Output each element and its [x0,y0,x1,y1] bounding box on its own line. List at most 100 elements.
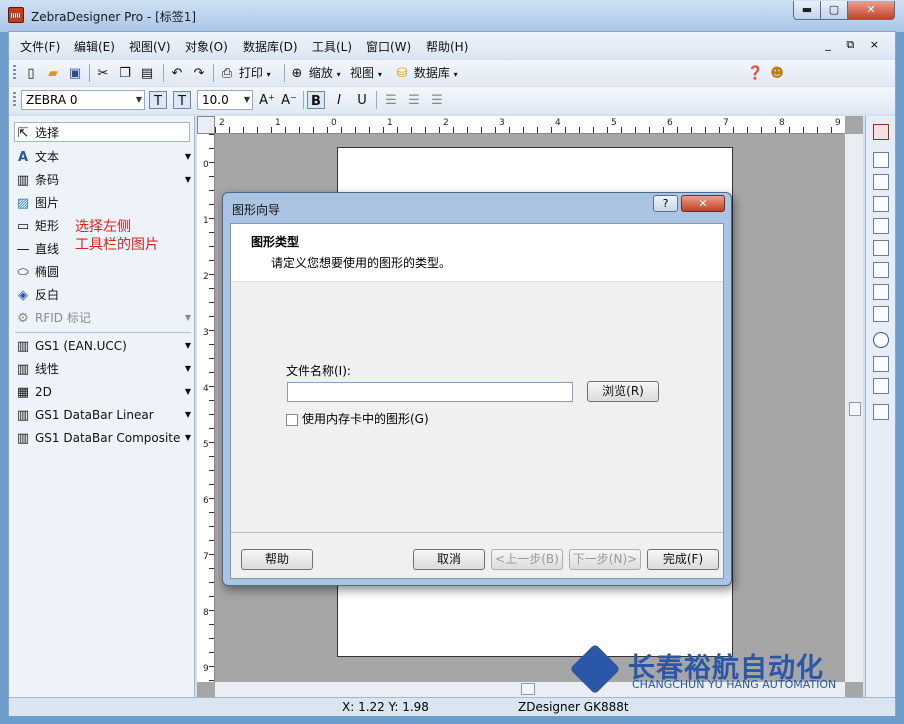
menu-window[interactable]: 窗口(W) [366,38,411,55]
distribute-horizontal-icon[interactable] [873,284,889,300]
tool-barcode[interactable]: ▥ 条码 ▼ [15,170,191,190]
maximize-button[interactable]: ▢ [820,1,848,20]
tool-ellipse[interactable]: ⬭ 椭圆 [15,262,191,282]
open-icon[interactable]: ▰ [45,64,61,82]
tool-text[interactable]: A 文本 ▼ [15,147,191,167]
menu-database[interactable]: 数据库(D) [243,38,298,55]
tool-2d[interactable]: ▦ 2D ▼ [15,382,191,402]
view-button[interactable]: 视图 ▾ [350,64,382,82]
tool-label: RFID 标记 [35,311,91,325]
rotate-icon[interactable] [873,332,889,348]
font-printer-icon[interactable]: T [149,91,167,109]
distribute-vertical-icon[interactable] [873,306,889,322]
database-button[interactable]: ⛁ 数据库 ▾ [394,64,458,82]
align-bottom-icon[interactable] [873,262,889,278]
align-top-icon[interactable] [873,218,889,234]
align-left-icon[interactable] [873,152,889,168]
menu-view[interactable]: 视图(V) [129,38,171,55]
help-button[interactable]: 帮助 [241,549,313,570]
barcode-icon: ▥ [16,361,30,377]
toolbar-grip[interactable] [13,92,16,108]
tool-select[interactable]: ⇱ 选择 [14,122,190,142]
vertical-scrollbar[interactable] [845,134,863,682]
menu-object[interactable]: 对象(O) [185,38,228,55]
mdi-window-buttons[interactable]: _ ⧉ × [825,38,885,52]
text-icon: A [17,149,29,165]
title-bar: ZebraDesigner Pro - [标签1] ▬ ▢ ✕ [0,0,904,32]
use-memory-card-checkbox[interactable] [286,413,298,426]
italic-button[interactable]: I [331,91,347,109]
barcode-icon: ▥ [16,430,30,446]
align-center-icon[interactable] [873,174,889,190]
tool-gs1-databar-linear[interactable]: ▥ GS1 DataBar Linear ▼ [15,405,191,425]
rfid-icon: ⚙ [17,310,29,326]
tool-inverse[interactable]: ◈ 反白 [15,285,191,305]
cancel-button[interactable]: 取消 [413,549,485,570]
browse-button[interactable]: 浏览(R) [587,381,659,402]
use-memory-card-option[interactable]: 使用内存卡中的图形(G) [286,410,429,427]
rectangle-icon: ▭ [16,218,30,234]
view-label: 视图 [350,66,375,80]
zoom-label: 缩放 [308,66,333,80]
menu-help[interactable]: 帮助(H) [426,38,468,55]
back-button: <上一步(B) [491,549,563,570]
tool-gs1-ean[interactable]: ▥ GS1 (EAN.UCC) ▼ [15,336,191,356]
status-printer: ZDesigner GK888t [518,700,629,714]
align-middle-icon[interactable] [873,240,889,256]
zoom-icon: ⊕ [291,65,303,81]
barcode-2d-icon: ▦ [16,384,30,400]
zoom-button[interactable]: ⊕ 缩放 ▾ [289,64,341,82]
tool-gs1-databar-composite[interactable]: ▥ GS1 DataBar Composite ▼ [15,428,191,448]
app-icon[interactable] [8,7,24,23]
inverse-icon: ◈ [18,287,28,303]
menu-edit[interactable]: 编辑(E) [74,38,115,55]
ellipse-icon: ⬭ [17,264,29,280]
menu-file[interactable]: 文件(F) [20,38,60,55]
tool-linear[interactable]: ▥ 线性 ▼ [15,359,191,379]
tool-picture[interactable]: ▨ 图片 [15,193,191,213]
font-grow-icon[interactable]: A⁺ [259,91,275,109]
tool-label: GS1 DataBar Linear [35,408,154,422]
bold-button[interactable]: B [307,91,325,109]
minimize-button[interactable]: ▬ [793,1,821,20]
undo-icon[interactable]: ↶ [169,64,185,82]
close-button[interactable]: ✕ [847,1,895,20]
cut-icon[interactable]: ✂ [95,64,111,82]
printer-select[interactable]: ZEBRA 0 ▼ [21,90,145,110]
underline-button[interactable]: U [354,91,370,109]
redo-icon[interactable]: ↷ [191,64,207,82]
tool-label: 直线 [35,242,60,256]
dialog-divider [231,532,723,533]
company-logo [569,643,621,695]
dialog-close-button[interactable]: ✕ [681,195,725,212]
printer-select-value: ZEBRA 0 [26,93,78,107]
help-icon[interactable]: ❓ [747,64,763,82]
users-icon[interactable]: ☻ [769,64,785,82]
print-button[interactable]: ⎙ 打印 ▾ [219,64,271,82]
font-size-select[interactable]: 10.0 ▼ [197,90,253,110]
align-left-icon[interactable]: ☰ [383,91,399,109]
finish-button[interactable]: 完成(F) [647,549,719,570]
save-icon[interactable]: ▣ [67,64,83,82]
app-window: ZebraDesigner Pro - [标签1] ▬ ▢ ✕ 文件(F) 编辑… [0,0,904,724]
toolbar-grip[interactable] [13,65,16,81]
ruler-vertical: 0 1 2 3 4 5 6 7 8 9 [197,134,215,682]
tool-label: GS1 DataBar Composite [35,431,181,445]
ungroup-icon[interactable] [873,378,889,394]
align-center-icon[interactable]: ☰ [406,91,422,109]
properties-icon[interactable] [873,404,889,420]
group-icon[interactable] [873,356,889,372]
font-truetype-icon[interactable]: T [173,91,191,109]
dialog-help-button[interactable]: ? [653,195,678,212]
tool-label: GS1 (EAN.UCC) [35,339,127,353]
font-shrink-icon[interactable]: A⁻ [281,91,297,109]
pencil-colors-icon[interactable] [873,124,889,140]
paste-icon[interactable]: ▤ [139,64,155,82]
align-right-icon[interactable]: ☰ [429,91,445,109]
menu-tools[interactable]: 工具(L) [312,38,352,55]
copy-icon[interactable]: ❐ [117,64,133,82]
align-right-icon[interactable] [873,196,889,212]
ruler-corner[interactable] [197,116,215,134]
file-name-input[interactable] [287,382,573,402]
new-icon[interactable]: ▯ [23,64,39,82]
